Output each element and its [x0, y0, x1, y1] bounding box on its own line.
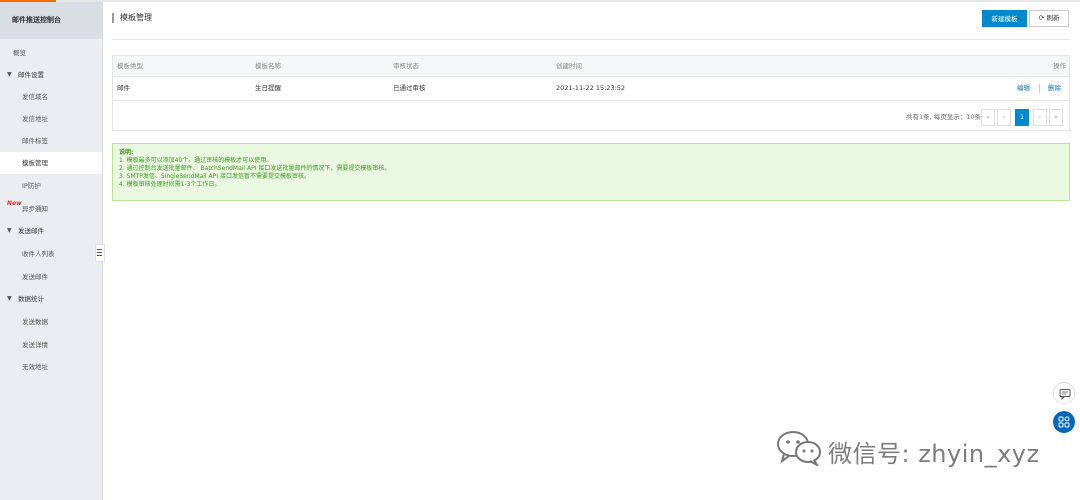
caret-down-icon: ▼	[7, 227, 12, 234]
refresh-icon: ⟳	[1038, 14, 1045, 22]
sidebar-item-recipient-list[interactable]: 收件人列表	[0, 243, 102, 265]
top-strip	[0, 0, 1080, 2]
notice-line: 2. 通过控制台发送批量邮件、 BatchSendMail API 接口发送批量…	[119, 165, 391, 172]
cell-status: 已通过审核	[393, 84, 426, 92]
caret-down-icon: ▼	[7, 71, 12, 78]
column-header-type: 模板类型	[117, 62, 143, 70]
sidebar-item-async-notify[interactable]: New 异步通知	[0, 198, 102, 220]
action-separator	[1039, 84, 1040, 93]
notice-line: 1. 模板最多可以添加40个。通过审核的模板才可以使用。	[119, 157, 273, 164]
pagination-summary: 共有1条, 每页显示：10条	[905, 113, 981, 121]
notice-line: 4. 模板审核处理时间需1-3个工作日。	[119, 181, 221, 188]
sidebar-collapse-handle[interactable]	[95, 244, 105, 262]
page-1-button[interactable]: 1	[1015, 109, 1029, 126]
apps-icon	[1058, 416, 1070, 428]
new-badge: New	[7, 200, 22, 207]
sidebar-item-template-management[interactable]: 模板管理	[0, 152, 102, 174]
sidebar-item-invalid-address[interactable]: 无效地址	[0, 356, 102, 378]
notice-box: 说明: 1. 模板最多可以添加40个。通过审核的模板才可以使用。 2. 通过控制…	[112, 143, 1070, 201]
column-header-actions: 操作	[1053, 62, 1066, 70]
header-divider	[112, 39, 1070, 40]
menu-icon	[97, 249, 102, 250]
sidebar-item-send-data[interactable]: 发送数据	[0, 311, 102, 333]
chat-icon	[1059, 389, 1071, 400]
notice-title: 说明:	[119, 149, 134, 156]
column-header-name: 模板名称	[255, 62, 281, 70]
menu-icon-line	[97, 255, 102, 256]
last-page-button[interactable]: »	[1049, 109, 1063, 126]
sidebar: 邮件推送控制台 概览 ▼ 邮件设置 发信域名 发信地址 邮件标签 模板管理 IP…	[0, 2, 103, 500]
delete-link[interactable]: 删除	[1048, 77, 1061, 100]
wechat-logo-icon	[777, 431, 821, 466]
caret-down-icon: ▼	[7, 295, 12, 302]
table-header: 模板类型 模板名称 审核状态 创建时间 操作	[113, 56, 1069, 77]
sidebar-item-send-details[interactable]: 发送详情	[0, 334, 102, 356]
cell-name: 生日提醒	[255, 84, 281, 92]
watermark-text: 微信号: zhyin_xyz	[828, 440, 1040, 468]
sidebar-group-statistics[interactable]: ▼ 数据统计	[0, 288, 102, 310]
template-table: 模板类型 模板名称 审核状态 创建时间 操作 邮件 生日提醒 已通过审核 202…	[112, 55, 1070, 131]
notice-line: 3. SMTP发信、SingleSendMail API 接口发信暂不需要提交模…	[119, 173, 310, 180]
sidebar-item-sending-address[interactable]: 发信地址	[0, 108, 102, 130]
refresh-button[interactable]: ⟳ 刷新	[1029, 10, 1069, 27]
next-page-button[interactable]: ›	[1033, 109, 1047, 126]
sidebar-item-send-mail[interactable]: 发送邮件	[0, 266, 102, 288]
table-row: 邮件 生日提醒 已通过审核 2021-11-22 15:23:52 编辑 删除	[113, 77, 1069, 101]
sidebar-item-mail-tags[interactable]: 邮件标签	[0, 130, 102, 152]
chat-button[interactable]	[1053, 382, 1075, 404]
sidebar-group-mail-settings[interactable]: ▼ 邮件设置	[0, 64, 102, 86]
sidebar-group-send-mail[interactable]: ▼ 发送邮件	[0, 220, 102, 242]
new-template-button[interactable]: 新建模板	[982, 10, 1027, 27]
column-header-status: 审核状态	[393, 62, 419, 70]
watermark: 微信号: zhyin_xyz	[776, 430, 1076, 470]
sidebar-item-overview[interactable]: 概览	[0, 42, 102, 64]
prev-page-button[interactable]: ‹	[997, 109, 1011, 126]
page-title: 模板管理	[112, 13, 152, 23]
first-page-button[interactable]: «	[981, 109, 995, 126]
console-title: 邮件推送控制台	[0, 2, 102, 39]
edit-link[interactable]: 编辑	[1017, 77, 1030, 100]
sidebar-item-sending-domain[interactable]: 发信域名	[0, 86, 102, 108]
cell-type: 邮件	[117, 84, 130, 92]
cell-created: 2021-11-22 15:23:52	[556, 84, 626, 92]
column-header-created: 创建时间	[556, 62, 582, 70]
menu-icon-line	[97, 252, 102, 253]
